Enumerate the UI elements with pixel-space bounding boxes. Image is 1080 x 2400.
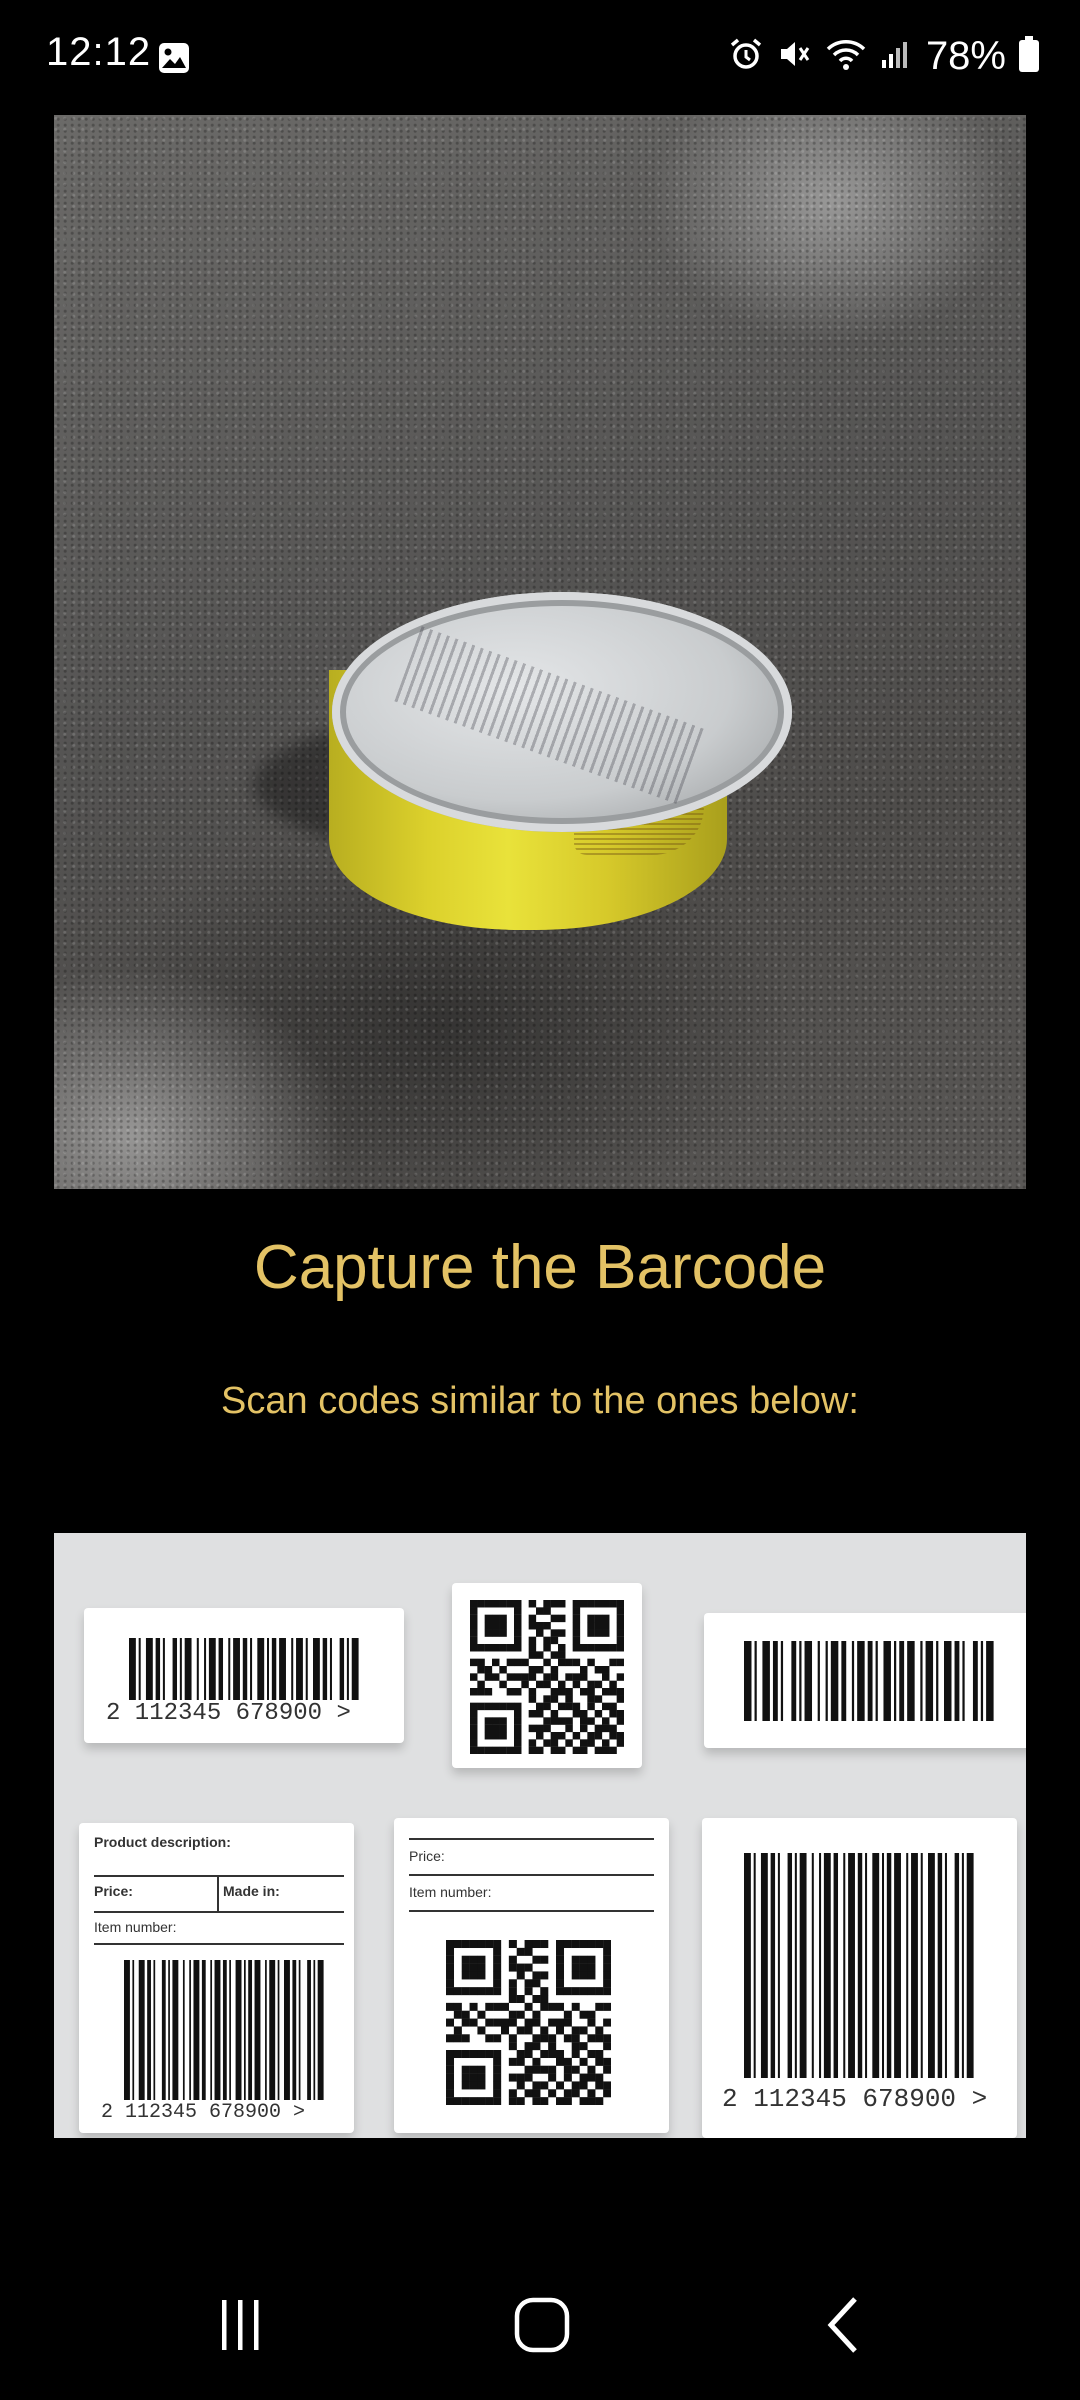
alarm-icon (728, 36, 764, 77)
recent-apps-button[interactable] (160, 2250, 320, 2400)
sample-barcode-card: 2 112345 678900 > (84, 1608, 404, 1743)
battery-percentage: 78% (925, 34, 1006, 78)
battery-icon (1018, 35, 1040, 78)
instruction-text: Scan codes similar to the ones below: (221, 1380, 859, 1422)
navigation-bar (0, 2250, 1080, 2400)
sample-barcode-card: 2 112345 678900 > (702, 1818, 1017, 2138)
back-button[interactable] (765, 2250, 925, 2400)
home-icon (514, 2297, 570, 2353)
barcode-digits: 2 112345 678900 > (106, 1700, 351, 1727)
mute-icon (776, 36, 812, 77)
camera-preview[interactable] (54, 115, 1026, 1189)
back-icon (827, 2297, 857, 2353)
sample-label-card: Price: Item number: (394, 1818, 669, 2133)
recent-apps-icon (222, 2300, 259, 2350)
signal-icon (880, 36, 914, 77)
status-time: 12:12 (46, 30, 152, 74)
sample-barcode-card (704, 1613, 1026, 1748)
wifi-icon (824, 36, 868, 77)
page-title: Capture the Barcode (253, 1233, 827, 1302)
home-button[interactable] (462, 2250, 622, 2400)
sample-label-card: Product description: Price: Made in: Ite… (79, 1823, 354, 2133)
sample-codes-image: 2 112345 678900 > Product description: P… (54, 1533, 1026, 2138)
status-bar: 12:12 78% (0, 0, 1080, 115)
barcode-digits: 2 112345 678900 > (101, 2101, 306, 2124)
gallery-notification-icon (158, 42, 190, 79)
sample-qr-card (452, 1583, 642, 1768)
barcode-digits: 2 112345 678900 > (722, 2084, 988, 2114)
